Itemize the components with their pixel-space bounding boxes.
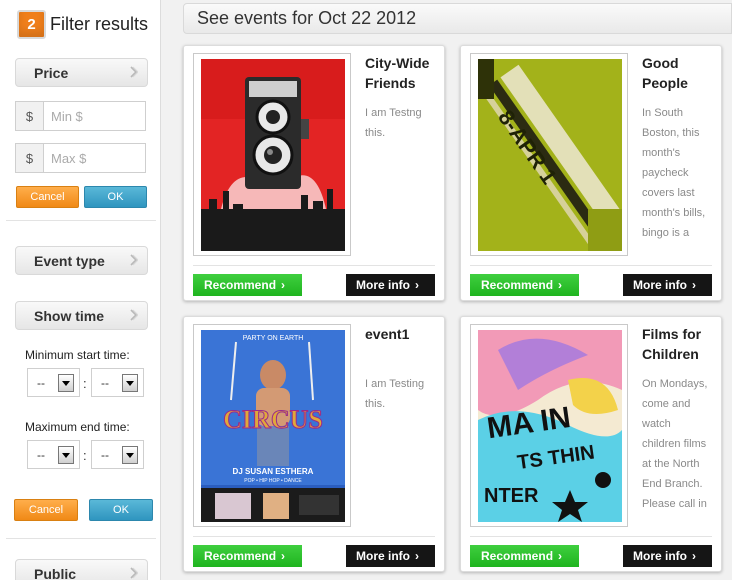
event-type-section-toggle[interactable]: Event type <box>15 246 148 275</box>
more-info-button[interactable]: More info › <box>346 545 435 567</box>
more-info-button[interactable]: More info › <box>346 274 435 296</box>
chevron-right-icon: › <box>558 549 563 563</box>
chevron-right-icon: › <box>558 278 563 292</box>
select-value: -- <box>101 375 109 390</box>
recommend-button[interactable]: Recommend › <box>193 274 302 296</box>
show-time-section-toggle[interactable]: Show time <box>15 301 148 330</box>
event-description: I am Testng this. <box>365 107 422 139</box>
poster-image-films: MA IN TS THIN NTER <box>478 330 622 522</box>
show-time-section-label: Show time <box>34 307 105 324</box>
poster-text: DJ SUSAN ESTHERA <box>233 467 314 476</box>
filter-header: 2 Filter results <box>17 9 148 39</box>
card-divider <box>470 265 712 266</box>
currency-symbol: $ <box>16 102 44 130</box>
more-info-label: More info <box>356 278 410 292</box>
chevron-right-icon: › <box>415 549 419 563</box>
event-poster[interactable]: PARTY ON EARTH CIRCUS DJ SUSAN ESTHERA P… <box>193 324 351 527</box>
event-poster[interactable]: 8-APR 1 <box>470 53 628 256</box>
public-section-label: Public <box>34 565 77 580</box>
poster-image-good-people: 8-APR 1 <box>478 59 622 251</box>
price-section-toggle[interactable]: Price <box>15 58 148 87</box>
event-card: City-Wide Friends I am Testng this. Reco… <box>183 45 445 301</box>
time-ok-button[interactable]: OK <box>89 499 153 521</box>
dropdown-arrow-icon <box>122 374 138 392</box>
min-price-input[interactable] <box>44 102 144 130</box>
filter-sidebar: 2 Filter results Price $ $ Cancel OK Eve… <box>0 0 161 580</box>
max-end-hour-select[interactable]: -- <box>27 440 80 469</box>
recommend-label: Recommend <box>204 549 277 563</box>
time-separator: : <box>83 448 87 463</box>
step-badge: 2 <box>17 9 46 39</box>
recommend-button[interactable]: Recommend › <box>193 545 302 567</box>
max-price-field: $ <box>15 143 146 173</box>
chevron-right-icon <box>130 309 139 321</box>
select-value: -- <box>37 375 45 390</box>
poster-image-camera <box>201 59 345 251</box>
more-info-label: More info <box>633 549 687 563</box>
event-title[interactable]: Films for Children <box>642 324 717 364</box>
event-title[interactable]: Good People <box>642 53 717 93</box>
more-info-button[interactable]: More info › <box>623 274 712 296</box>
chevron-right-icon <box>130 567 139 579</box>
event-type-section-label: Event type <box>34 252 105 269</box>
event-title[interactable]: City-Wide Friends <box>365 53 440 93</box>
event-card: MA IN TS THIN NTER Films for Children On… <box>460 316 722 572</box>
poster-text: POP • HIP HOP • DANCE <box>244 478 302 484</box>
min-start-time-label: Minimum start time: <box>25 348 130 362</box>
event-poster[interactable]: MA IN TS THIN NTER <box>470 324 628 527</box>
dropdown-arrow-icon <box>122 446 138 464</box>
section-divider <box>6 220 156 221</box>
recommend-label: Recommend <box>481 549 554 563</box>
chevron-right-icon <box>130 254 139 266</box>
dropdown-arrow-icon <box>58 446 74 464</box>
event-poster[interactable] <box>193 53 351 256</box>
currency-symbol: $ <box>16 144 44 172</box>
card-divider <box>470 536 712 537</box>
poster-text: PARTY ON EARTH <box>243 335 304 342</box>
chevron-right-icon <box>130 66 139 78</box>
recommend-button[interactable]: Recommend › <box>470 545 579 567</box>
select-value: -- <box>101 447 109 462</box>
select-value: -- <box>37 447 45 462</box>
card-divider <box>193 536 435 537</box>
max-price-input[interactable] <box>44 144 144 172</box>
public-section-toggle[interactable]: Public <box>15 559 148 580</box>
event-title[interactable]: event1 <box>365 324 440 344</box>
event-description: In South Boston, this month's paycheck c… <box>642 107 706 239</box>
recommend-label: Recommend <box>481 278 554 292</box>
chevron-right-icon: › <box>281 278 286 292</box>
min-price-field: $ <box>15 101 146 131</box>
event-card: 8-APR 1 Good People In South Boston, thi… <box>460 45 722 301</box>
event-description: I am Testing this. <box>365 378 425 410</box>
event-description: On Mondays, come and watch children film… <box>642 378 708 510</box>
chevron-right-icon: › <box>281 549 286 563</box>
recommend-button[interactable]: Recommend › <box>470 274 579 296</box>
recommend-label: Recommend <box>204 278 277 292</box>
poster-text: CIRCUS <box>223 405 323 434</box>
poster-image-circus: PARTY ON EARTH CIRCUS DJ SUSAN ESTHERA P… <box>201 330 345 522</box>
time-cancel-button[interactable]: Cancel <box>14 499 78 521</box>
max-end-time-label: Maximum end time: <box>25 420 130 434</box>
max-end-minute-select[interactable]: -- <box>91 440 144 469</box>
event-card: PARTY ON EARTH CIRCUS DJ SUSAN ESTHERA P… <box>183 316 445 572</box>
events-heading: See events for Oct 22 2012 <box>183 3 732 34</box>
section-divider <box>6 538 156 539</box>
price-section-label: Price <box>34 64 69 81</box>
poster-text: NTER <box>484 485 539 507</box>
price-cancel-button[interactable]: Cancel <box>16 186 79 208</box>
time-separator: : <box>83 376 87 391</box>
chevron-right-icon: › <box>692 278 696 292</box>
chevron-right-icon: › <box>692 549 696 563</box>
more-info-label: More info <box>356 549 410 563</box>
filter-title: Filter results <box>50 13 149 34</box>
more-info-label: More info <box>633 278 687 292</box>
dropdown-arrow-icon <box>58 374 74 392</box>
price-ok-button[interactable]: OK <box>84 186 147 208</box>
app-root: 2 Filter results Price $ $ Cancel OK Eve… <box>0 0 732 580</box>
min-start-minute-select[interactable]: -- <box>91 368 144 397</box>
more-info-button[interactable]: More info › <box>623 545 712 567</box>
chevron-right-icon: › <box>415 278 419 292</box>
card-divider <box>193 265 435 266</box>
min-start-hour-select[interactable]: -- <box>27 368 80 397</box>
